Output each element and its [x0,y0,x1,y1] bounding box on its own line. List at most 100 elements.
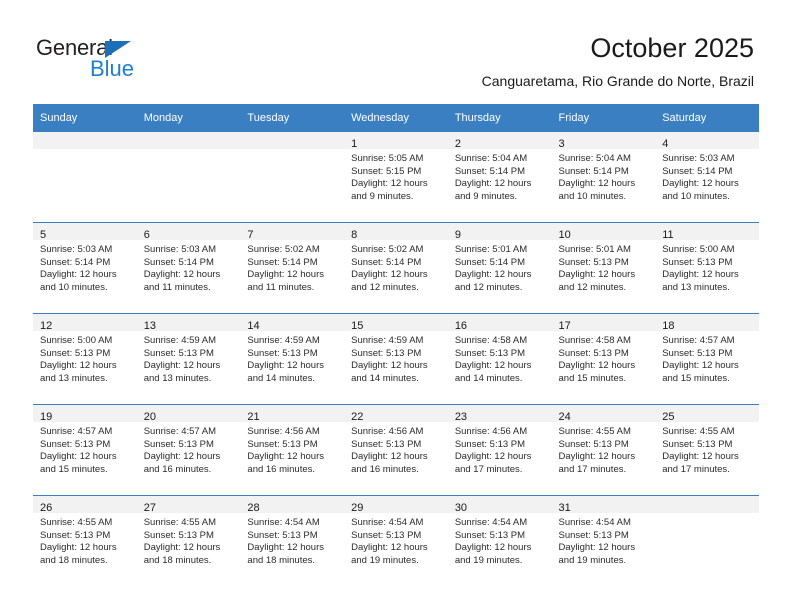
day-cell[interactable]: 22 Sunrise: 4:56 AM Sunset: 5:13 PM Dayligh… [344,405,448,494]
daylight-text: Daylight: 12 hours and 12 minutes. [454,269,532,293]
calendar-cell: 8 Sunrise: 5:02 AM Sunset: 5:14 PM Daylight… [344,222,448,314]
day-cell[interactable]: 29 Sunrise: 4:54 AM Sunset: 5:13 PM Dayligh… [344,496,448,585]
day-cell[interactable]: 31 Sunrise: 4:54 AM Sunset: 5:13 PM Dayligh… [551,496,656,585]
day-details: Sunrise: 4:54 AM Sunset: 5:13 PM Daylight:… [240,513,344,567]
day-cell[interactable]: 3 Sunrise: 5:04 AM Sunset: 5:14 PM Daylight… [551,132,656,221]
calendar-cell: 12 Sunrise: 5:00 AM Sunset: 5:13 PM Dayligh… [33,313,137,405]
calendar-week-row: 12 Sunrise: 5:00 AM Sunset: 5:13 PM Dayligh… [33,313,759,405]
day-details: Sunrise: 5:00 AM Sunset: 5:13 PM Daylight:… [33,331,137,385]
day-cell[interactable]: 21 Sunrise: 4:56 AM Sunset: 5:13 PM Dayligh… [240,405,345,494]
day-cell[interactable]: 10 Sunrise: 5:01 AM Sunset: 5:13 PM Dayligh… [551,223,656,312]
daylight-text: Daylight: 12 hours and 11 minutes. [247,269,324,293]
day-cell[interactable]: 28 Sunrise: 4:54 AM Sunset: 5:13 PM Dayligh… [240,496,345,585]
day-cell[interactable]: 20 Sunrise: 4:57 AM Sunset: 5:13 PM Dayligh… [136,405,241,494]
calendar-week-row: 26 Sunrise: 4:55 AM Sunset: 5:13 PM Dayligh… [33,495,759,586]
day-cell[interactable]: 8 Sunrise: 5:02 AM Sunset: 5:14 PM Daylight… [344,223,448,312]
weekday-header-monday: Monday [136,104,241,132]
day-details: Sunrise: 4:56 AM Sunset: 5:13 PM Daylight:… [240,422,344,476]
general-blue-logo[interactable]: General Blue [36,36,166,84]
calendar-cell: 3 Sunrise: 5:04 AM Sunset: 5:14 PM Daylight… [551,132,656,223]
daylight-text: Daylight: 12 hours and 18 minutes. [143,542,221,566]
day-number-band: 24 [551,405,656,423]
sunset-text: Sunset: 5:13 PM [558,438,629,450]
day-number-band: 13 [136,314,241,332]
calendar-week-row: 19 Sunrise: 4:57 AM Sunset: 5:13 PM Dayligh… [33,404,759,496]
day-number: 5 [40,229,47,241]
daylight-text: Daylight: 12 hours and 13 minutes. [143,360,221,384]
day-number-band: 26 [33,496,137,514]
day-cell-empty [240,132,345,221]
calendar-cell: 27 Sunrise: 4:55 AM Sunset: 5:13 PM Dayligh… [136,495,241,586]
title-block: October 2025 Canguaretama, Rio Grande do… [482,32,754,90]
day-cell[interactable]: 14 Sunrise: 4:59 AM Sunset: 5:13 PM Dayligh… [240,314,345,403]
calendar-grid: Sunday Monday Tuesday Wednesday Thursday… [33,104,759,586]
day-cell[interactable]: 19 Sunrise: 4:57 AM Sunset: 5:13 PM Dayligh… [33,405,137,494]
sunset-text: Sunset: 5:14 PM [662,165,733,177]
day-cell[interactable]: 27 Sunrise: 4:55 AM Sunset: 5:13 PM Dayligh… [136,496,241,585]
day-cell[interactable]: 13 Sunrise: 4:59 AM Sunset: 5:13 PM Dayligh… [136,314,241,403]
day-details: Sunrise: 4:55 AM Sunset: 5:13 PM Daylight:… [655,422,759,476]
calendar-cell: 4 Sunrise: 5:03 AM Sunset: 5:14 PM Daylight… [655,132,759,223]
daylight-text: Daylight: 12 hours and 13 minutes. [40,360,117,384]
day-number-band: 12 [33,314,137,332]
sunrise-text: Sunrise: 5:01 AM [454,244,528,255]
day-number-band [655,496,759,513]
day-cell[interactable]: 1 Sunrise: 5:05 AM Sunset: 5:15 PM Daylight… [344,132,448,221]
sunrise-text: Sunrise: 4:59 AM [351,335,424,346]
day-number-band [136,132,241,149]
daylight-text: Daylight: 12 hours and 17 minutes. [662,451,739,475]
sunset-text: Sunset: 5:13 PM [143,438,214,450]
day-details: Sunrise: 4:55 AM Sunset: 5:13 PM Daylight:… [33,513,137,567]
day-details: Sunrise: 5:05 AM Sunset: 5:15 PM Daylight:… [344,149,448,203]
day-cell[interactable]: 12 Sunrise: 5:00 AM Sunset: 5:13 PM Dayligh… [33,314,137,403]
day-cell[interactable]: 6 Sunrise: 5:03 AM Sunset: 5:14 PM Daylight… [136,223,241,312]
sunrise-text: Sunrise: 4:59 AM [247,335,320,346]
sunset-text: Sunset: 5:13 PM [143,529,214,541]
calendar-cell [33,132,137,223]
day-number: 14 [247,320,260,332]
day-number: 19 [40,411,53,423]
sunrise-text: Sunrise: 5:03 AM [40,244,113,255]
day-cell[interactable]: 24 Sunrise: 4:55 AM Sunset: 5:13 PM Dayligh… [551,405,656,494]
day-cell[interactable]: 25 Sunrise: 4:55 AM Sunset: 5:13 PM Dayligh… [655,405,759,494]
day-details: Sunrise: 4:57 AM Sunset: 5:13 PM Daylight:… [655,331,759,385]
sunrise-text: Sunrise: 4:59 AM [143,335,217,346]
day-cell[interactable]: 4 Sunrise: 5:03 AM Sunset: 5:14 PM Daylight… [655,132,759,221]
sunrise-text: Sunrise: 4:55 AM [558,426,631,437]
daylight-text: Daylight: 12 hours and 19 minutes. [454,542,532,566]
day-cell[interactable]: 18 Sunrise: 4:57 AM Sunset: 5:13 PM Dayligh… [655,314,759,403]
calendar-cell: 16 Sunrise: 4:58 AM Sunset: 5:13 PM Dayligh… [447,313,552,405]
day-number: 30 [454,502,468,514]
day-number: 6 [143,229,150,241]
day-cell[interactable]: 15 Sunrise: 4:59 AM Sunset: 5:13 PM Dayligh… [344,314,448,403]
sunrise-text: Sunrise: 5:02 AM [247,244,320,255]
sunrise-text: Sunrise: 4:54 AM [351,517,424,528]
day-number-band: 23 [447,405,552,423]
day-cell[interactable]: 17 Sunrise: 4:58 AM Sunset: 5:13 PM Dayligh… [551,314,656,403]
weekday-header-saturday: Saturday [655,104,759,132]
daylight-text: Daylight: 12 hours and 10 minutes. [558,178,636,202]
day-cell[interactable]: 30 Sunrise: 4:54 AM Sunset: 5:13 PM Dayligh… [447,496,552,585]
day-number-band: 19 [33,405,137,423]
day-details: Sunrise: 4:57 AM Sunset: 5:13 PM Daylight:… [137,422,241,476]
day-cell[interactable]: 16 Sunrise: 4:58 AM Sunset: 5:13 PM Dayligh… [447,314,552,403]
sunrise-text: Sunrise: 4:54 AM [454,517,528,528]
day-number: 9 [454,229,461,241]
day-details: Sunrise: 4:59 AM Sunset: 5:13 PM Daylight:… [240,331,344,385]
day-cell[interactable]: 9 Sunrise: 5:01 AM Sunset: 5:14 PM Daylight… [447,223,552,312]
day-cell[interactable]: 5 Sunrise: 5:03 AM Sunset: 5:14 PM Daylight… [33,223,137,312]
day-cell[interactable]: 11 Sunrise: 5:00 AM Sunset: 5:13 PM Dayligh… [655,223,759,312]
sunset-text: Sunset: 5:13 PM [558,347,629,359]
calendar-cell [240,132,345,223]
day-cell[interactable]: 26 Sunrise: 4:55 AM Sunset: 5:13 PM Dayligh… [33,496,137,585]
day-cell[interactable]: 2 Sunrise: 5:04 AM Sunset: 5:14 PM Daylight… [447,132,552,221]
day-number-band: 22 [344,405,448,423]
calendar-page: General Blue October 2025 Canguaretama, … [0,0,792,612]
day-cell[interactable]: 23 Sunrise: 4:56 AM Sunset: 5:13 PM Dayligh… [447,405,552,494]
day-number: 7 [247,229,254,241]
sunrise-text: Sunrise: 4:58 AM [558,335,631,346]
day-cell[interactable]: 7 Sunrise: 5:02 AM Sunset: 5:14 PM Daylight… [240,223,345,312]
calendar-cell: 5 Sunrise: 5:03 AM Sunset: 5:14 PM Daylight… [33,222,137,314]
calendar-week-row: 5 Sunrise: 5:03 AM Sunset: 5:14 PM Daylight… [33,222,759,314]
sunset-text: Sunset: 5:13 PM [247,347,318,359]
